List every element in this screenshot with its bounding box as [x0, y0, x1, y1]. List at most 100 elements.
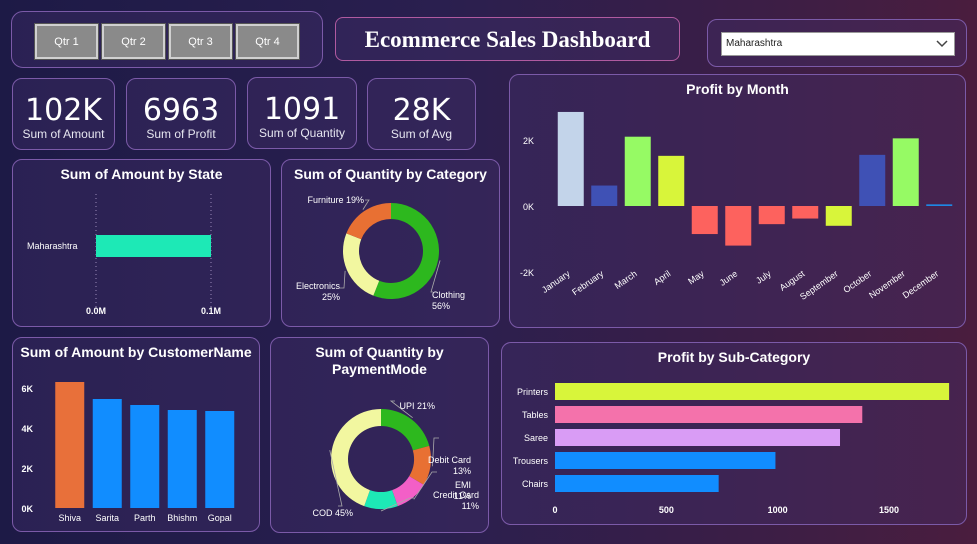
data-label: 13%: [453, 466, 471, 476]
category-label: November: [867, 268, 907, 300]
profit-by-month-card: Profit by Month 2K 0K -2K January February Ma…: [509, 74, 966, 328]
bar: [892, 138, 919, 206]
bar: [92, 399, 122, 508]
tick-label: 0: [552, 505, 557, 515]
bar: [725, 206, 752, 246]
bar: [167, 410, 197, 508]
category-label: January: [540, 268, 572, 295]
data-label: 11%: [462, 501, 479, 511]
bar: [557, 111, 584, 206]
category-label: February: [570, 268, 606, 297]
donut-slice: [343, 233, 380, 296]
amount-by-state-card: Sum of Amount by State Maharashtra 0.0M 0.…: [12, 159, 271, 327]
category-label: September: [798, 268, 840, 301]
category-label: May: [686, 268, 706, 286]
bar: [555, 452, 776, 469]
tick-label: 500: [659, 505, 674, 515]
category-label: Shiva: [58, 513, 81, 523]
bar: [555, 429, 841, 446]
tick-label: 0K: [523, 202, 534, 212]
bar: [555, 475, 719, 492]
donut-slice: [346, 203, 391, 240]
bar: [555, 383, 950, 400]
kpi-value: 1091: [263, 92, 341, 127]
kpi-sum-avg: 28K Sum of Avg: [367, 78, 476, 150]
data-label: Clothing: [432, 290, 465, 300]
tick-label: 0.1M: [201, 306, 221, 316]
title-card: Ecommerce Sales Dashboard: [335, 17, 680, 61]
kpi-sum-amount: 102K Sum of Amount: [12, 78, 115, 150]
tick-label: -2K: [520, 268, 534, 278]
category-label: Chairs: [522, 479, 549, 489]
bar: [926, 204, 953, 206]
data-label: 56%: [432, 301, 450, 311]
leader-line: [340, 270, 346, 289]
category-label: Saree: [524, 433, 548, 443]
state-dropdown-value: Maharashtra: [726, 38, 783, 49]
bar: [758, 206, 785, 225]
qtr-1-button[interactable]: Qtr 1: [34, 23, 99, 60]
data-label: Electronics: [296, 281, 341, 291]
chevron-down-icon: [936, 40, 948, 48]
data-label: EMI: [455, 480, 471, 490]
kpi-label: Sum of Profit: [146, 127, 216, 141]
data-label: Debit Card: [428, 455, 471, 465]
category-label: Trousers: [513, 456, 549, 466]
kpi-sum-profit: 6963 Sum of Profit: [126, 78, 236, 150]
bar: [55, 382, 85, 508]
tick-label: 0K: [21, 504, 33, 514]
tick-label: 6K: [21, 384, 33, 394]
bar: [859, 154, 886, 206]
bar: [624, 136, 651, 206]
category-label: Maharashtra: [27, 241, 78, 251]
quarter-slicer: Qtr 1 Qtr 2 Qtr 3 Qtr 4: [11, 11, 323, 68]
tick-label: 1000: [768, 505, 788, 515]
tick-label: 4K: [21, 424, 33, 434]
qtr-4-button[interactable]: Qtr 4: [235, 23, 300, 60]
category-label: August: [778, 268, 807, 293]
bar: [792, 206, 819, 219]
category-label: Bhishm: [167, 513, 197, 523]
kpi-label: Sum of Quantity: [258, 126, 346, 140]
bar: [658, 155, 685, 206]
kpi-label: Sum of Amount: [22, 127, 105, 141]
category-label: Tables: [522, 410, 549, 420]
state-filter-card: Maharashtra: [707, 19, 967, 67]
category-label: Parth: [134, 513, 156, 523]
category-label: July: [754, 268, 773, 286]
bar: [691, 206, 718, 235]
tick-label: 2K: [21, 464, 33, 474]
quantity-by-payment-card: Sum of Quantity by PaymentMode UPI 21% De…: [270, 337, 489, 533]
bar: [130, 405, 160, 508]
state-dropdown[interactable]: Maharashtra: [721, 32, 955, 56]
data-label: 25%: [322, 292, 340, 302]
qtr-2-button[interactable]: Qtr 2: [101, 23, 166, 60]
kpi-sum-quantity: 1091 Sum of Quantity: [247, 77, 357, 149]
bar: [96, 235, 211, 257]
category-label: March: [613, 268, 639, 291]
data-label: Furniture 19%: [307, 195, 364, 205]
tick-label: 2K: [523, 136, 534, 146]
profit-by-subcategory-chart: Printers Tables Saree Trousers Chairs 0 500 100…: [513, 383, 950, 515]
bar: [825, 206, 852, 226]
amount-by-state-chart: Maharashtra 0.0M 0.1M: [27, 194, 221, 316]
category-label: Gopal: [208, 513, 232, 523]
category-label: Sarita: [95, 513, 119, 523]
qtr-3-button[interactable]: Qtr 3: [168, 23, 233, 60]
quantity-by-payment-chart: UPI 21%Debit Card13%EMI11%Credit Card11%…: [312, 400, 479, 518]
bar: [591, 185, 618, 206]
kpi-value: 102K: [25, 93, 102, 128]
page-title: Ecommerce Sales Dashboard: [364, 27, 651, 52]
category-label: December: [901, 268, 941, 300]
tick-label: 1500: [879, 505, 899, 515]
bar: [205, 411, 235, 508]
amount-by-customer-card: Sum of Amount by CustomerName 6K 4K 2K 0K Sh…: [12, 337, 260, 532]
kpi-label: Sum of Avg: [390, 127, 453, 141]
amount-by-customer-chart: 6K 4K 2K 0K Shiva Sarita Parth Bhishm Gopal: [21, 382, 235, 523]
kpi-value: 6963: [142, 93, 220, 128]
tick-label: 0.0M: [86, 306, 106, 316]
bar: [555, 406, 863, 423]
kpi-value: 28K: [392, 93, 451, 128]
profit-by-subcategory-card: Profit by Sub-Category Printers Tables Sar…: [501, 342, 967, 525]
data-label: COD 45%: [312, 508, 353, 518]
